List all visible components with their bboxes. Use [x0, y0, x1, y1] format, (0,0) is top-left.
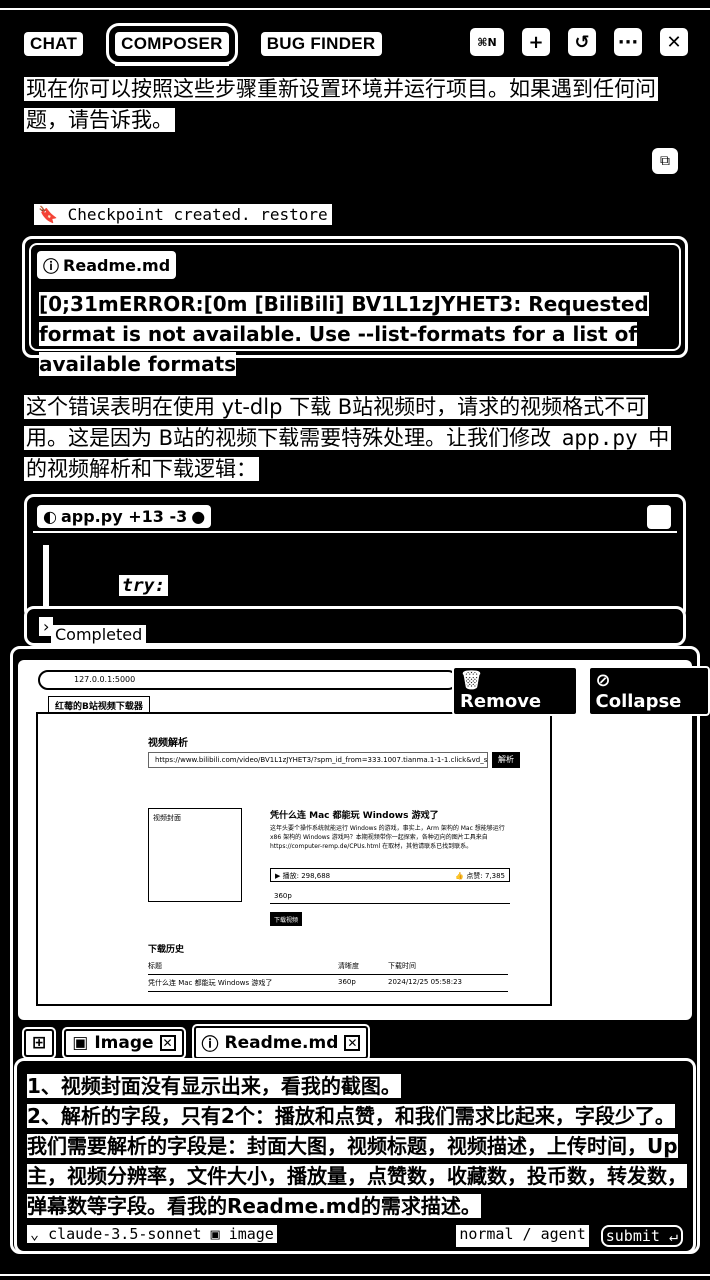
ss-row-time: 2024/12/25 05:58:23: [388, 978, 463, 986]
add-icon[interactable]: +: [522, 28, 550, 56]
ss-history-table: 标题 清晰度 下载时间 凭什么连 Mac 都能玩 Windows 游戏了 360…: [148, 958, 508, 992]
attachment-bar: ⊞ ▣ Image ✕ ⓘ Readme.md ✕: [21, 1024, 371, 1061]
footer-right: normal / agent submit ↵: [456, 1225, 683, 1247]
remove-label: Remove: [460, 691, 542, 712]
readme-chip-label: Readme.md: [63, 255, 171, 275]
image-label: image: [228, 1225, 274, 1243]
eye-off-icon: ⊘: [595, 670, 611, 691]
remove-attachment-icon[interactable]: ✕: [159, 1034, 176, 1051]
readme-chip[interactable]: ⓘ Readme.md: [37, 251, 177, 279]
image-icon: ▣: [210, 1225, 220, 1243]
ss-row-res: 360p: [338, 978, 356, 986]
assistant-message-intro: 现在你可以按照这些步骤重新设置环境并运行项目。如果遇到任何问题，请告诉我。: [24, 74, 684, 136]
ss-row-title: 凭什么连 Mac 都能玩 Windows 游戏了: [148, 979, 273, 987]
input-line-1: 1、视频封面没有显示出来，看我的截图。: [27, 1074, 401, 1098]
trash-icon: 🗑: [460, 670, 483, 691]
ss-video-title: 凭什么连 Mac 都能玩 Windows 游戏了: [270, 811, 439, 821]
ss-plays: ▶ 播放: 298,688: [275, 872, 331, 880]
ss-video-desc: 这年头要个操作系统就能运行 Windows 的游戏，事实上，Arm 架构的 Ma…: [270, 825, 505, 850]
bookmark-icon: 🔖: [38, 205, 58, 224]
code-file-chip[interactable]: ◐ app.py +13 -3 ●: [37, 505, 212, 528]
panel-icon[interactable]: [647, 505, 671, 529]
history-icon[interactable]: ↺: [568, 28, 596, 56]
ss-col-title: 标题: [148, 962, 162, 970]
modified-dot-icon: ●: [191, 507, 206, 526]
composer-input-text[interactable]: 1、视频封面没有显示出来，看我的截图。 2、解析的字段，只有2个：播放和点赞，和…: [27, 1071, 687, 1221]
info-icon: ⓘ: [201, 1035, 219, 1055]
assistant-message-explain: 这个错误表明在使用 yt-dlp 下载 B站视频时，请求的视频格式不可用。这是因…: [24, 392, 684, 485]
attachment-readme[interactable]: ⓘ Readme.md ✕: [191, 1024, 371, 1061]
new-shortcut-icon[interactable]: ⌘N: [470, 28, 504, 56]
add-attachment-button[interactable]: ⊞: [21, 1026, 57, 1059]
collapse-button[interactable]: ⊘ Collapse: [587, 666, 710, 716]
ss-section-title: 视频解析: [148, 738, 188, 749]
input-line-2: 2、解析的字段，只有2个：播放和点赞，和我们需求比起来，字段少了。我们需要解析的…: [27, 1104, 687, 1218]
python-icon: ◐: [43, 507, 57, 526]
tab-chat[interactable]: CHAT: [24, 32, 84, 56]
completed-banner[interactable]: › Completed (7 files changed): [24, 606, 686, 682]
mode-toggle[interactable]: normal / agent: [456, 1225, 589, 1247]
code-file-label: app.py +13 -3: [60, 507, 188, 526]
user-error-message: ⓘ Readme.md [0;31mERROR:[0m [BiliBili] B…: [22, 236, 688, 376]
remove-attachment-icon[interactable]: ✕: [344, 1034, 361, 1051]
table-row: 凭什么连 Mac 都能玩 Windows 游戏了 360p 2024/12/25…: [148, 975, 508, 992]
info-icon: ⓘ: [43, 257, 60, 276]
ss-parse-button: 解析: [492, 752, 520, 768]
ss-cover: 视频封面: [148, 808, 242, 902]
model-selector[interactable]: ⌄ claude-3.5-sonnet ▣ image: [27, 1225, 277, 1243]
attachment-image[interactable]: ▣ Image ✕: [62, 1026, 186, 1059]
completed-label: › Completed (7 files changed): [39, 617, 147, 682]
submit-button[interactable]: submit ↵: [600, 1225, 683, 1247]
ss-stats: ▶ 播放: 298,688 👍 点赞: 7,385: [270, 868, 510, 882]
ss-col-res: 清晰度: [338, 962, 359, 970]
window-bottom-edge: [0, 1274, 710, 1280]
intro-text: 现在你可以按照这些步骤重新设置环境并运行项目。如果遇到任何问题，请告诉我。: [24, 77, 658, 132]
ss-resolution: 360p: [270, 890, 510, 904]
tab-composer[interactable]: COMPOSER: [106, 23, 238, 66]
copy-icon[interactable]: ⧉: [652, 148, 678, 174]
window-top-edge: [0, 0, 710, 10]
error-text: [0;31mERROR:[0m [BiliBili] BV1L1zJYHET3:…: [39, 289, 679, 379]
explain-text-1: 这个错误表明在使用 yt-dlp 下载 B站视频时，请求的视频格式不可用。这是因…: [24, 395, 649, 450]
composer-input[interactable]: 1、视频封面没有显示出来，看我的截图。 2、解析的字段，只有2个：播放和点赞，和…: [14, 1058, 696, 1254]
ss-likes: 👍 点赞: 7,385: [455, 872, 505, 880]
ss-page: 视频解析 https://www.bilibili.com/video/BV1L…: [36, 712, 552, 1006]
image-icon: ▣: [72, 1032, 89, 1053]
tab-bug-finder[interactable]: BUG FINDER: [260, 32, 382, 56]
checkpoint-text: Checkpoint created. restore: [67, 205, 328, 224]
checkpoint-note[interactable]: 🔖 Checkpoint created. restore: [34, 204, 332, 225]
image-actions: 🗑 Remove ⊘ Collapse: [452, 666, 710, 716]
error-text-content: [0;31mERROR:[0m [BiliBili] BV1L1zJYHET3:…: [39, 292, 649, 376]
remove-button[interactable]: 🗑 Remove: [452, 666, 578, 716]
composer-tabs: CHAT COMPOSER BUG FINDER: [24, 23, 382, 66]
plus-square-icon: ⊞: [32, 1032, 47, 1053]
ss-history-header: 标题 清晰度 下载时间: [148, 958, 508, 975]
more-icon[interactable]: ···: [614, 28, 642, 56]
collapse-label: Collapse: [595, 691, 682, 712]
header-tools: ⌘N + ↺ ··· ✕: [470, 28, 688, 56]
ss-address-bar: 127.0.0.1:5000: [38, 670, 458, 690]
ss-history-title: 下载历史: [148, 945, 185, 955]
code-block: ◐ app.py +13 -3 ● try:: [24, 494, 686, 620]
ss-download-button: 下载视频: [270, 912, 303, 926]
model-label: claude-3.5-sonnet: [48, 1225, 202, 1243]
ss-col-time: 下载时间: [388, 962, 416, 970]
explain-code: app.py: [559, 426, 640, 450]
composer-footer: ⌄ claude-3.5-sonnet ▣ image normal / age…: [27, 1225, 683, 1247]
chevron-down-icon: ⌄: [30, 1225, 40, 1243]
close-icon[interactable]: ✕: [660, 28, 688, 56]
attachment-readme-label: Readme.md: [224, 1032, 339, 1053]
ss-url-input: https://www.bilibili.com/video/BV1L1zJYH…: [148, 752, 488, 768]
code-gutter: [43, 545, 49, 615]
code-block-header: ◐ app.py +13 -3 ●: [33, 503, 677, 533]
attachment-image-label: Image: [94, 1032, 154, 1053]
code-line: try:: [119, 575, 169, 596]
